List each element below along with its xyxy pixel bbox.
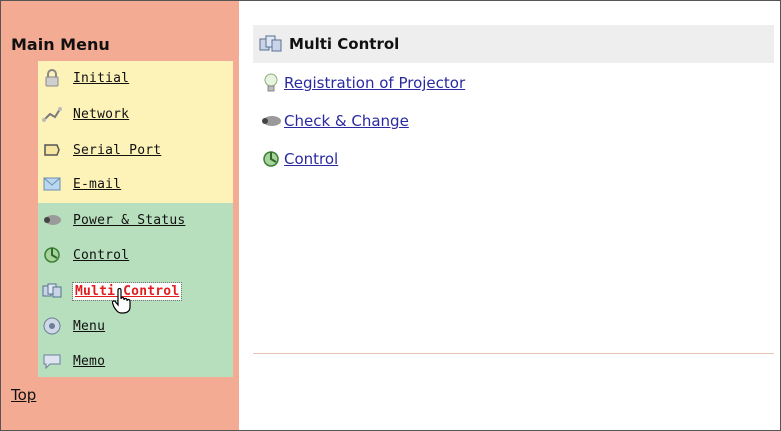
sidebar-item-label: Memo <box>73 353 106 369</box>
sidebar-item-label: Menu <box>73 318 106 334</box>
sidebar-item-label: E-mail <box>73 176 122 192</box>
sidebar-item-label: Network <box>73 106 130 122</box>
menu-group-operation: Power & Status Control Multi Control Men… <box>38 203 233 377</box>
sidebar-item-label: Control <box>73 247 130 263</box>
sidebar-item-power-status[interactable]: Power & Status <box>38 203 233 237</box>
multi-control-icon <box>41 282 63 300</box>
projector-icon <box>41 211 63 229</box>
sidebar-item-network[interactable]: Network <box>38 97 233 131</box>
projector-icon <box>258 114 284 128</box>
registration-of-projector-link[interactable]: Registration of Projector <box>258 73 465 93</box>
sidebar-item-control[interactable]: Control <box>38 238 233 272</box>
content-header: Multi Control <box>253 25 774 63</box>
link-label: Control <box>284 150 339 168</box>
sidebar-item-serial-port[interactable]: Serial Port <box>38 133 233 167</box>
hand-cursor-icon <box>111 287 132 314</box>
sidebar-item-email[interactable]: E-mail <box>38 167 233 201</box>
top-link[interactable]: Top <box>11 386 36 404</box>
control-link[interactable]: Control <box>258 150 338 168</box>
window-frame: Main Menu Initial Network Serial Port E-… <box>0 0 781 431</box>
email-icon <box>41 175 63 193</box>
sidebar-item-multi-control[interactable]: Multi Control <box>38 274 233 308</box>
lock-icon <box>41 69 63 87</box>
memo-icon <box>41 352 63 370</box>
check-and-change-link[interactable]: Check & Change <box>258 112 409 130</box>
main-menu-title: Main Menu <box>11 35 110 54</box>
sidebar-item-label: Power & Status <box>73 212 186 228</box>
link-label: Check & Change <box>284 112 409 130</box>
menu-icon <box>41 317 63 335</box>
menu-group-setup: Initial Network Serial Port E-mail <box>38 61 233 203</box>
bulb-icon <box>258 73 284 93</box>
content-divider <box>253 353 774 354</box>
link-label: Registration of Projector <box>284 74 466 92</box>
control-icon <box>41 246 63 264</box>
sidebar-item-initial[interactable]: Initial <box>38 61 233 95</box>
sidebar: Main Menu Initial Network Serial Port E-… <box>1 1 239 430</box>
sidebar-item-menu[interactable]: Menu <box>38 309 233 343</box>
sidebar-item-memo[interactable]: Memo <box>38 344 233 378</box>
network-icon <box>41 105 63 123</box>
multi-control-icon <box>259 35 283 53</box>
sidebar-item-label: Initial <box>73 70 130 86</box>
control-icon <box>258 150 284 168</box>
serial-port-icon <box>41 141 63 159</box>
page-title: Multi Control <box>289 35 400 53</box>
sidebar-item-label: Serial Port <box>73 142 162 158</box>
